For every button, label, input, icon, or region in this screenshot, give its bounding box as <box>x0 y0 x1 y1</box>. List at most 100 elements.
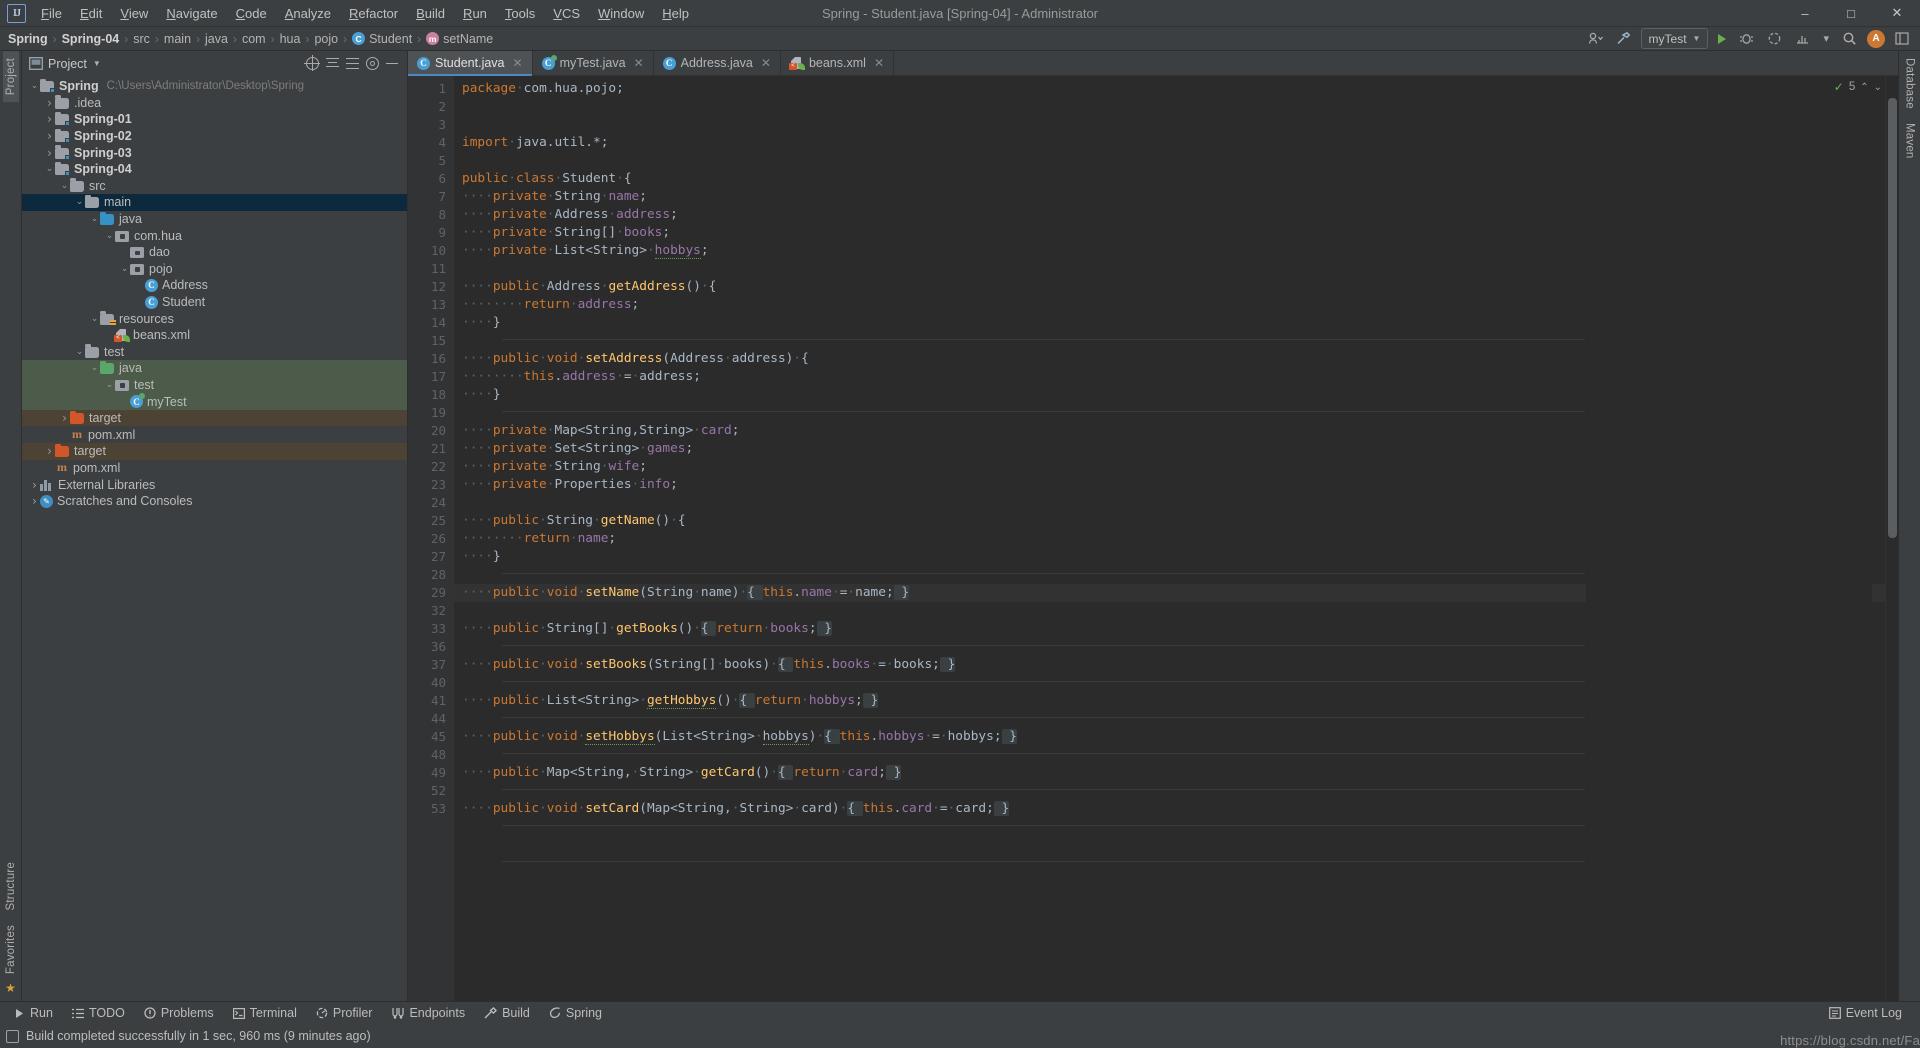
user-dropdown-icon[interactable] <box>1585 29 1606 49</box>
locate-icon[interactable] <box>306 57 319 70</box>
chevron-down-icon[interactable]: ⌄ <box>74 347 85 357</box>
menu-edit[interactable]: Edit <box>71 2 111 25</box>
inspection-next-icon[interactable]: ⌄ <box>1874 82 1882 93</box>
chevron-right-icon[interactable]: › <box>44 146 55 160</box>
run-with-coverage-icon[interactable] <box>1764 29 1785 49</box>
profiler-icon[interactable] <box>1792 29 1813 49</box>
tool-tab-favorites[interactable]: Favorites <box>3 918 19 981</box>
gutter-line-9[interactable]: 9 <box>408 224 454 242</box>
menu-vcs[interactable]: VCS <box>544 2 589 25</box>
tree-node--idea[interactable]: ›.idea <box>22 95 407 112</box>
menu-view[interactable]: View <box>111 2 157 25</box>
hammer-icon[interactable] <box>1613 29 1634 49</box>
gutter-line-10[interactable]: 10 <box>408 242 454 260</box>
avatar[interactable]: A <box>1867 30 1885 48</box>
tree-node-spring-03[interactable]: ›Spring-03 <box>22 144 407 161</box>
run-icon[interactable] <box>1715 29 1729 49</box>
gutter-line-41[interactable]: 41+ <box>408 692 454 710</box>
minimize-button[interactable]: – <box>1782 0 1828 27</box>
breadcrumb-item-pojo[interactable]: pojo <box>314 32 338 46</box>
chevron-right-icon[interactable]: › <box>44 112 55 126</box>
editor-tab-student-java[interactable]: CStudent.java✕ <box>408 51 533 75</box>
menu-build[interactable]: Build <box>407 2 454 25</box>
breadcrumb-item-com[interactable]: com <box>242 32 266 46</box>
gutter-line-24[interactable]: 24 <box>408 494 454 512</box>
breadcrumb-item-src[interactable]: src <box>133 32 150 46</box>
tree-node-test[interactable]: ⌄test <box>22 344 407 361</box>
gutter-line-52[interactable]: 52 <box>408 782 454 800</box>
tool-window-event-log[interactable]: Event Log <box>1821 1004 1910 1022</box>
gutter-line-4[interactable]: 4 <box>408 134 454 152</box>
gutter-line-6[interactable]: 6 <box>408 170 454 188</box>
inspection-prev-icon[interactable]: ⌃ <box>1860 82 1868 93</box>
tree-node-spring-01[interactable]: ›Spring-01 <box>22 111 407 128</box>
gutter-line-44[interactable]: 44 <box>408 710 454 728</box>
maximize-button[interactable]: □ <box>1828 0 1874 27</box>
chevron-down-icon[interactable]: ▼ <box>93 59 101 68</box>
tree-node-dao[interactable]: ›dao <box>22 244 407 261</box>
tree-node-target[interactable]: ›target <box>22 410 407 427</box>
chevron-right-icon[interactable]: › <box>29 494 40 508</box>
chevron-right-icon[interactable]: › <box>44 444 55 458</box>
editor-marker-scrollbar[interactable] <box>1885 76 1898 1001</box>
gutter-line-20[interactable]: 20 <box>408 422 454 440</box>
more-actions-icon[interactable]: ▾ <box>1820 29 1832 49</box>
breadcrumb-item-spring-04[interactable]: Spring-04 <box>62 32 120 46</box>
expand-collapse-icon[interactable] <box>326 58 339 70</box>
gutter-line-25[interactable]: 25 <box>408 512 454 530</box>
gutter-line-23[interactable]: 23 <box>408 476 454 494</box>
tool-window-build[interactable]: Build <box>476 1004 538 1022</box>
menu-file[interactable]: File <box>32 2 71 25</box>
chevron-down-icon[interactable]: ⌄ <box>89 314 100 324</box>
inspection-widget[interactable]: ✓ 5 ⌃ ⌄ <box>1834 80 1882 94</box>
gutter-line-7[interactable]: 7 <box>408 188 454 206</box>
close-tab-icon[interactable]: ✕ <box>513 56 523 70</box>
tree-node-spring[interactable]: ⌄SpringC:\Users\Administrator\Desktop\Sp… <box>22 78 407 95</box>
tree-node-spring-02[interactable]: ›Spring-02 <box>22 128 407 145</box>
menu-window[interactable]: Window <box>589 2 653 25</box>
gutter-line-8[interactable]: 8 <box>408 206 454 224</box>
chevron-down-icon[interactable]: ⌄ <box>89 363 100 373</box>
gutter-line-12[interactable]: 12 <box>408 278 454 296</box>
tree-node-test[interactable]: ⌄test <box>22 377 407 394</box>
gutter-line-36[interactable]: 36 <box>408 638 454 656</box>
gutter-line-1[interactable]: 1 <box>408 80 454 98</box>
breadcrumb-item-main[interactable]: main <box>164 32 191 46</box>
tool-window-spring[interactable]: Spring <box>541 1004 610 1022</box>
chevron-down-icon[interactable]: ⌄ <box>29 81 40 91</box>
breadcrumb-item-hua[interactable]: hua <box>280 32 301 46</box>
gutter-line-32[interactable]: 32 <box>408 602 454 620</box>
gutter-line-27[interactable]: 27 <box>408 548 454 566</box>
gutter-line-49[interactable]: 49+ <box>408 764 454 782</box>
menu-tools[interactable]: Tools <box>496 2 544 25</box>
close-tab-icon[interactable]: ✕ <box>874 56 884 70</box>
tool-tab-project[interactable]: Project <box>3 51 19 102</box>
gutter-line-28[interactable]: 28 <box>408 566 454 584</box>
tree-node-spring-04[interactable]: ⌄Spring-04 <box>22 161 407 178</box>
breadcrumb-item-student[interactable]: CStudent <box>352 32 412 46</box>
breadcrumb-item-java[interactable]: java <box>205 32 228 46</box>
tool-tab-database[interactable]: Database <box>1902 51 1918 116</box>
gutter-line-53[interactable]: 53+ <box>408 800 454 818</box>
tool-window-terminal[interactable]: Terminal <box>225 1004 305 1022</box>
tree-node-main[interactable]: ⌄main <box>22 194 407 211</box>
close-tab-icon[interactable]: ✕ <box>761 56 771 70</box>
gutter-line-19[interactable]: 19 <box>408 404 454 422</box>
menu-navigate[interactable]: Navigate <box>157 2 226 25</box>
gutter-line-29[interactable]: 29+ <box>408 584 454 602</box>
gutter-line-22[interactable]: 22 <box>408 458 454 476</box>
editor-scrollbar-thumb[interactable] <box>1888 98 1897 538</box>
gutter-line-17[interactable]: 17 <box>408 368 454 386</box>
layout-icon[interactable] <box>1892 29 1912 49</box>
tree-node-beans-xml[interactable]: ›<beans.xml <box>22 327 407 344</box>
tree-node-external-libraries[interactable]: ›External Libraries <box>22 476 407 493</box>
editor-tab-beans-xml[interactable]: <beans.xml✕ <box>781 51 894 75</box>
gutter-line-11[interactable]: 11 <box>408 260 454 278</box>
chevron-down-icon[interactable]: ⌄ <box>89 214 100 224</box>
line-number-gutter[interactable]: 1234567891011121314151617181920212223242… <box>408 76 454 1001</box>
menu-analyze[interactable]: Analyze <box>276 2 340 25</box>
tool-window-todo[interactable]: TODO <box>64 1004 133 1022</box>
tree-node-address[interactable]: ›CAddress <box>22 277 407 294</box>
code-content[interactable]: package·com.hua.pojo; import·java.util.*… <box>454 76 1885 1001</box>
gutter-line-5[interactable]: 5 <box>408 152 454 170</box>
